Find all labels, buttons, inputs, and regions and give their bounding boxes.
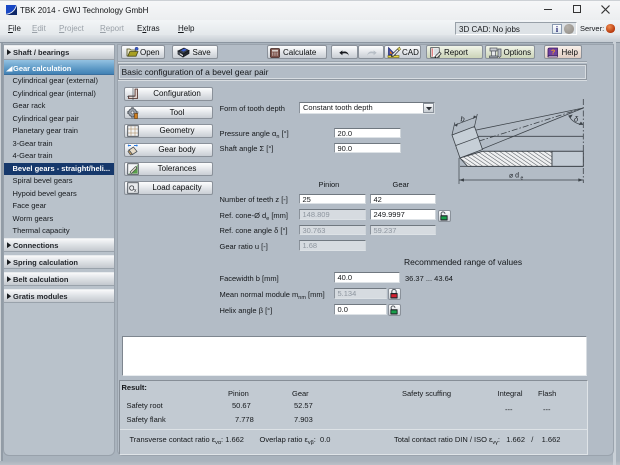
svg-text:?: ? bbox=[551, 49, 555, 56]
svg-text:b: b bbox=[461, 115, 465, 124]
svg-text:⌀ d: ⌀ d bbox=[509, 173, 519, 180]
svg-text:e: e bbox=[521, 176, 524, 182]
svg-text:δ: δ bbox=[574, 115, 579, 124]
